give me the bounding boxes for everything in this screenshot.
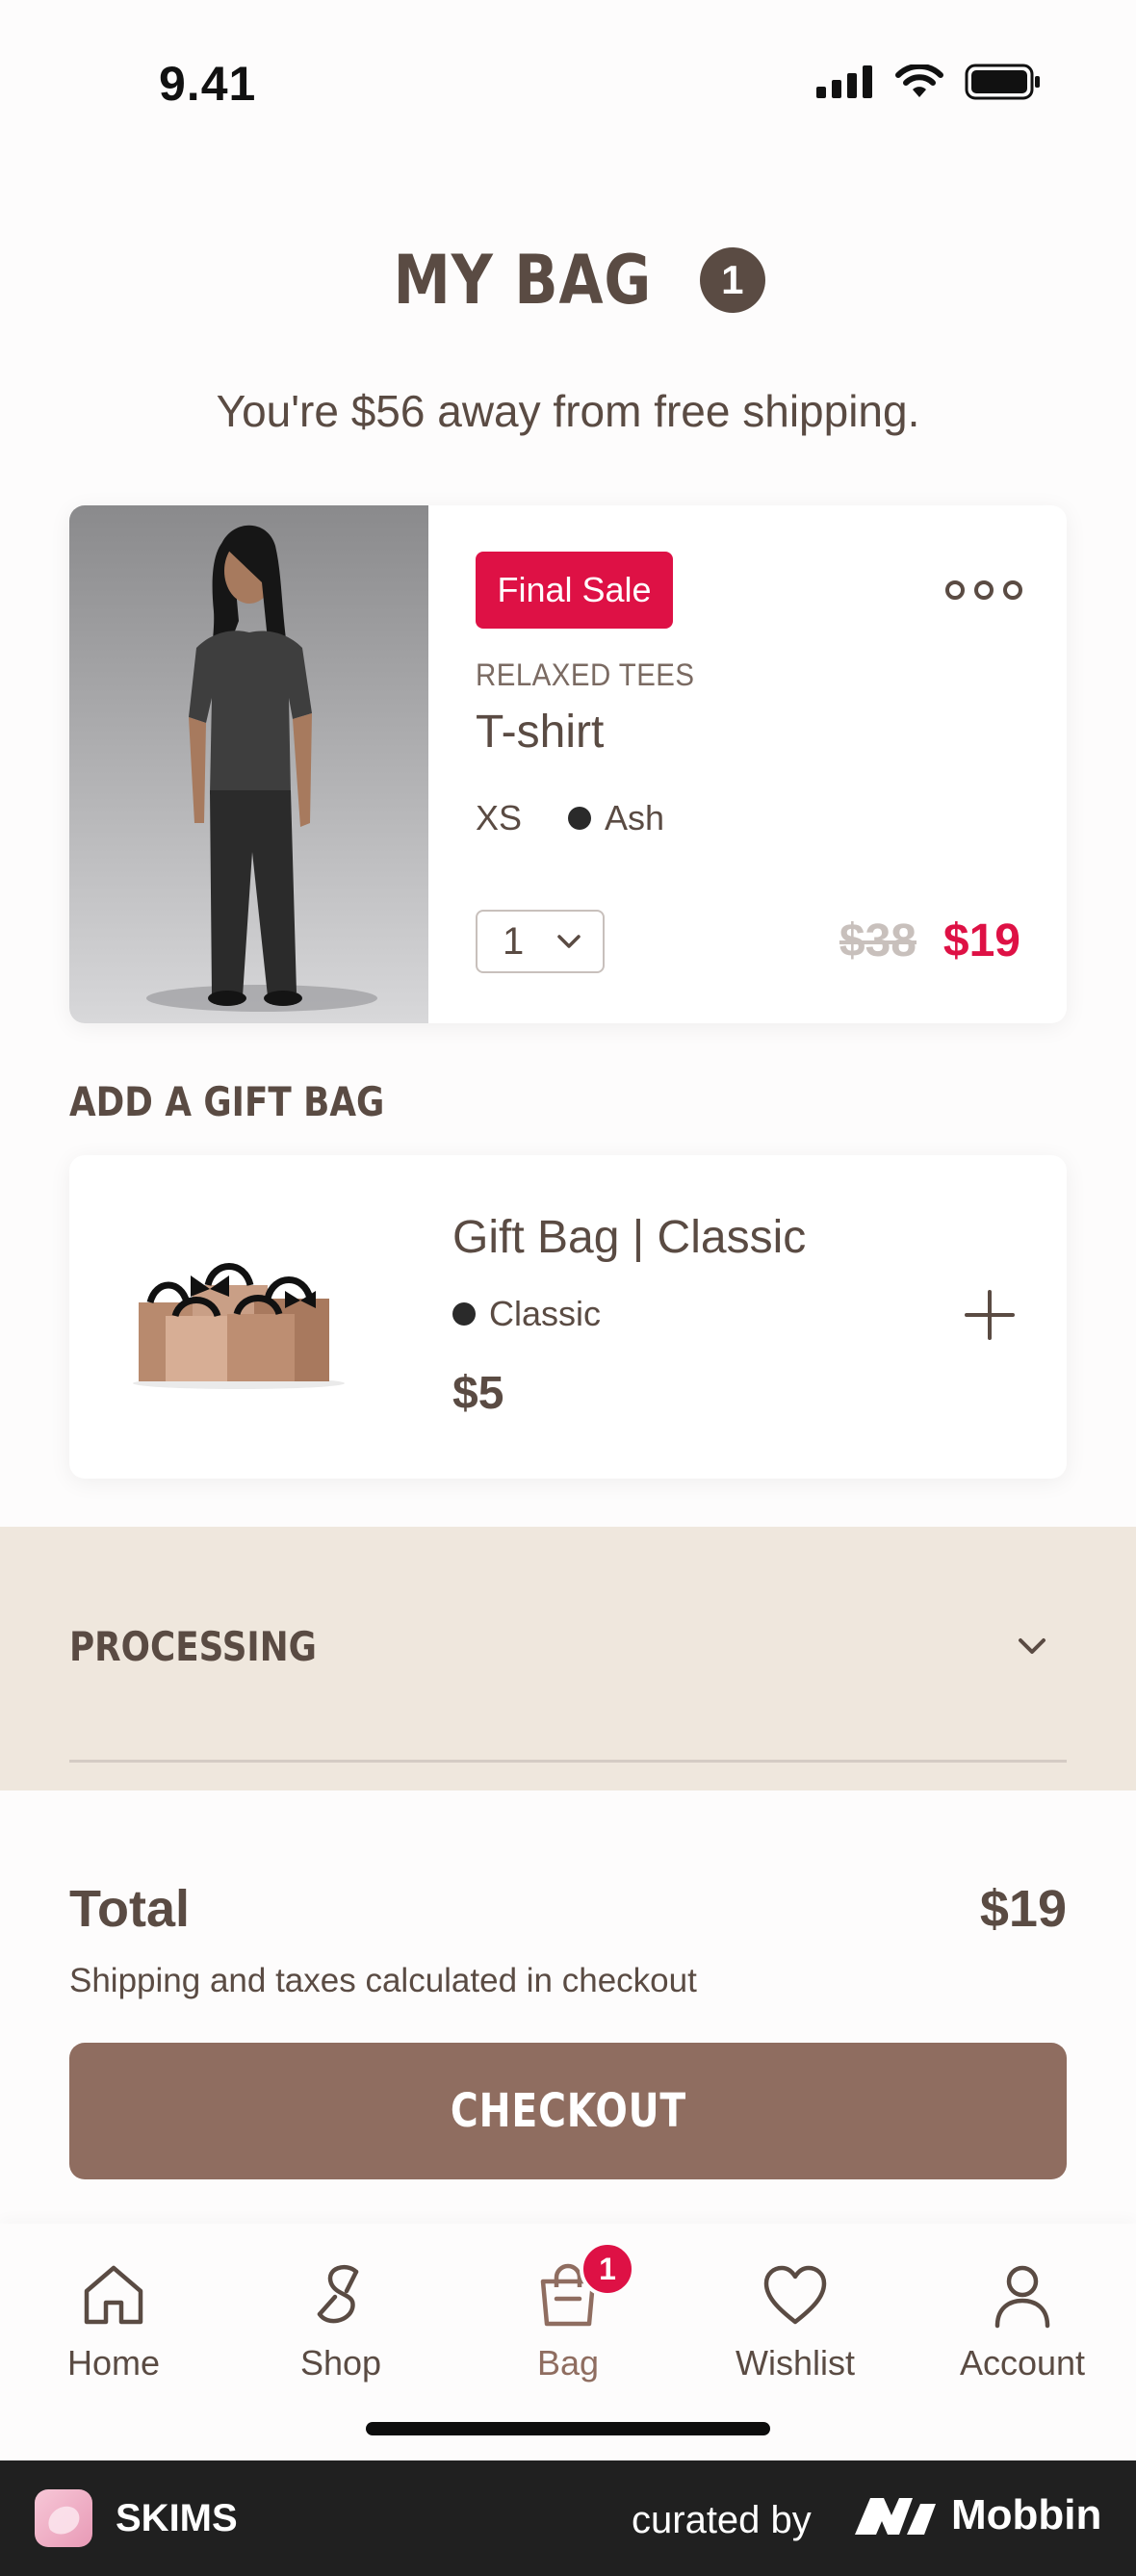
shop-icon (317, 2264, 359, 2324)
bag-tab-badge: 1 (580, 2241, 635, 2297)
gift-bag-image (133, 1263, 345, 1389)
shipping-taxes-note: Shipping and taxes calculated in checkou… (69, 1962, 697, 1999)
mobbin-brand: Mobbin (951, 2491, 1102, 2538)
page-title: MY BAG (393, 241, 653, 320)
curated-by-text: curated by (632, 2499, 812, 2541)
signal-icon (816, 65, 872, 98)
home-indicator (366, 2422, 770, 2435)
page-header: MY BAG 1 (0, 241, 1136, 320)
sale-price: $19 (942, 915, 1020, 966)
heart-icon (763, 2265, 827, 2325)
gift-bag-name: Gift Bag | Classic (452, 1212, 807, 1263)
cart-item-card[interactable]: Final Sale RELAXED TEES T-shirt XS Ash 1… (69, 505, 1067, 1023)
product-name[interactable]: T-shirt (476, 706, 604, 759)
product-variant: XS Ash (476, 798, 664, 838)
checkout-button[interactable]: CHECKOUT (69, 2043, 1067, 2179)
tab-bag[interactable]: Bag 1 (454, 2241, 682, 2383)
tab-home-label: Home (66, 2343, 161, 2383)
quantity-select[interactable]: 1 (476, 910, 605, 973)
checkout-button-label: CHECKOUT (450, 2084, 686, 2138)
quantity-value: 1 (503, 919, 525, 963)
person-icon (994, 2265, 1050, 2329)
processing-section[interactable]: PROCESSING (0, 1527, 1136, 1790)
gift-bag-price: $5 (452, 1368, 504, 1419)
chevron-down-icon[interactable] (1013, 1627, 1051, 1665)
skims-app-icon (35, 2489, 92, 2547)
mobbin-footer: SKIMS curated by Mobbin (0, 2460, 1136, 2576)
plus-icon[interactable] (963, 1288, 1017, 1342)
product-color-label: Ash (605, 798, 665, 837)
more-options-icon[interactable] (945, 580, 1022, 600)
home-icon (84, 2265, 143, 2325)
chevron-down-icon (557, 935, 581, 948)
total-label: Total (69, 1880, 190, 1938)
tab-wishlist-label: Wishlist (736, 2343, 855, 2383)
status-bar: 9.41 (0, 0, 1136, 154)
divider (69, 1760, 1067, 1763)
tab-wishlist[interactable]: Wishlist (682, 2258, 909, 2383)
wifi-icon (895, 64, 943, 97)
tab-account[interactable]: Account (909, 2258, 1136, 2383)
color-swatch-icon (568, 807, 592, 830)
final-sale-badge: Final Sale (476, 552, 673, 629)
product-image[interactable] (69, 505, 428, 1023)
product-size: XS (476, 798, 523, 837)
product-collection: RELAXED TEES (476, 657, 695, 692)
status-time: 9.41 (159, 57, 257, 111)
tab-shop-label: Shop (299, 2343, 382, 2383)
tab-bag-label: Bag (536, 2343, 600, 2383)
gift-bag-card[interactable]: Gift Bag | Classic Classic $5 (69, 1155, 1067, 1479)
tab-home[interactable]: Home (0, 2258, 227, 2383)
product-color: Ash (568, 798, 664, 838)
gift-bag-section-title: ADD A GIFT BAG (69, 1078, 385, 1125)
total-value: $19 (979, 1880, 1067, 1938)
gift-bag-variant: Classic (452, 1294, 601, 1334)
battery-icon (965, 64, 1040, 100)
tab-shop[interactable]: Shop (227, 2258, 454, 2383)
status-icons (816, 64, 1042, 100)
gift-bag-variant-label: Classic (489, 1294, 602, 1333)
processing-title: PROCESSING (69, 1623, 317, 1670)
free-shipping-message: You're $56 away from free shipping. (216, 386, 920, 436)
tab-account-label: Account (959, 2343, 1086, 2383)
mobbin-logo-icon (855, 2498, 936, 2535)
color-swatch-icon (452, 1302, 476, 1326)
app-name: SKIMS (116, 2497, 238, 2539)
bag-count-badge: 1 (699, 247, 765, 313)
mobbin-logo: Mobbin (853, 2491, 1101, 2539)
original-price: $38 (839, 915, 917, 966)
